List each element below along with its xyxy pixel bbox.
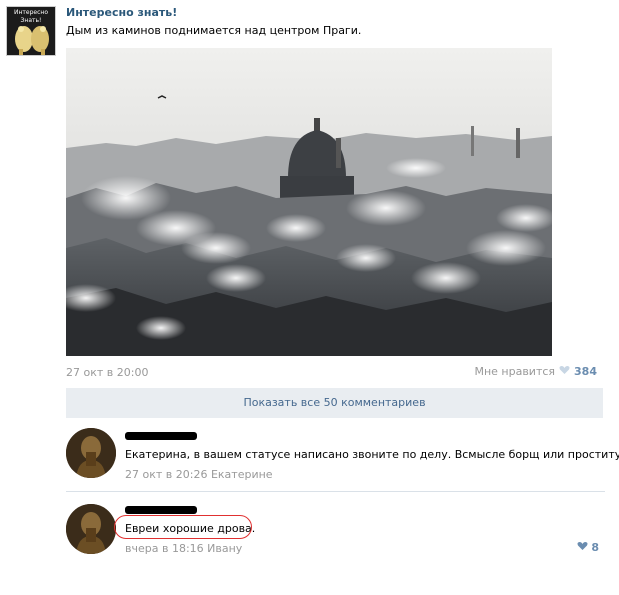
- avatar[interactable]: [66, 428, 116, 478]
- like-label: Мне нравится: [474, 365, 556, 378]
- portrait-icon: [66, 428, 116, 478]
- group-avatar[interactable]: Интересно Знать!: [6, 6, 56, 56]
- comment-like-button[interactable]: 8: [577, 541, 599, 554]
- show-all-comments-button[interactable]: Показать все 50 комментариев: [66, 388, 603, 418]
- comment-meta: вчера в 18:16 Ивану: [125, 542, 242, 555]
- avatar[interactable]: [66, 504, 116, 554]
- prague-smoke-photo: [66, 48, 552, 356]
- post-author-link[interactable]: Интересно знать!: [66, 6, 177, 19]
- post-photo[interactable]: [66, 48, 552, 356]
- comment-text: Екатерина, в вашем статусе написано звон…: [125, 448, 619, 461]
- comment-author-link[interactable]: [125, 430, 197, 442]
- comment-like-count: 8: [591, 541, 599, 554]
- heart-icon: [577, 541, 588, 554]
- reply-to-link[interactable]: Ивану: [207, 542, 242, 555]
- author-redaction: [125, 432, 197, 440]
- reply-to-link[interactable]: Екатерине: [211, 468, 273, 481]
- post-like-button[interactable]: Мне нравится 384: [474, 365, 597, 378]
- frogs-icon: [15, 26, 49, 55]
- comment-date[interactable]: вчера в 18:16: [125, 542, 204, 555]
- comment-divider: [66, 491, 605, 492]
- highlight-circle: [114, 515, 252, 539]
- post-date[interactable]: 27 окт в 20:00: [66, 366, 148, 379]
- comment-date[interactable]: 27 окт в 20:26: [125, 468, 207, 481]
- post-text: Дым из каминов поднимается над центром П…: [66, 24, 362, 37]
- author-redaction: [125, 506, 197, 514]
- portrait-icon: [66, 504, 116, 554]
- heart-icon: [559, 365, 570, 378]
- like-count: 384: [574, 365, 597, 378]
- comment-meta: 27 окт в 20:26 Екатерине: [125, 468, 273, 481]
